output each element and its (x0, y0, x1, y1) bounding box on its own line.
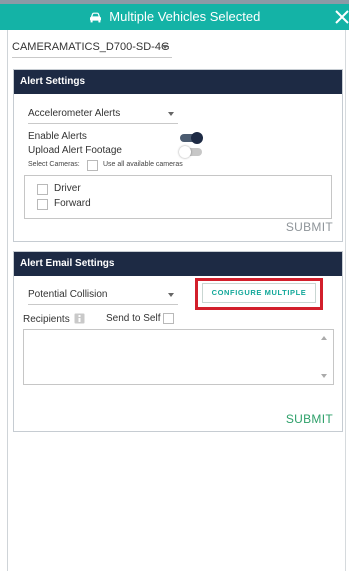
header-title-wrap: Multiple Vehicles Selected (0, 9, 349, 24)
alert-settings-panel: Alert Settings Accelerometer Alerts Enab… (13, 69, 343, 242)
car-icon (89, 12, 101, 23)
camera-forward-label: Forward (54, 198, 91, 209)
alert-settings-title: Alert Settings (14, 70, 342, 94)
send-to-self-label: Send to Self (106, 313, 161, 324)
toggle-knob (191, 132, 203, 144)
chevron-down-icon (168, 293, 174, 297)
vehicle-select[interactable]: CAMERAMATICS_D700-SD-4G (12, 37, 172, 58)
toggle-knob (179, 146, 191, 158)
upload-footage-toggle[interactable] (179, 146, 202, 158)
use-all-cameras-label: Use all available cameras (103, 161, 183, 168)
recipients-textarea[interactable] (23, 329, 334, 385)
header-title: Multiple Vehicles Selected (109, 9, 261, 24)
chevron-down-icon (168, 112, 174, 116)
camera-forward-checkbox[interactable] (37, 199, 48, 210)
alert-type-value: Accelerometer Alerts (28, 108, 121, 119)
content-right-border (345, 30, 346, 571)
recipients-label-text: Recipients (23, 314, 70, 325)
use-all-cameras-checkbox[interactable] (87, 160, 98, 171)
recipients-label: Recipients (23, 313, 85, 325)
camera-driver-label: Driver (54, 183, 81, 194)
enable-alerts-toggle[interactable] (180, 132, 203, 144)
chevron-down-icon (162, 45, 168, 49)
email-alert-type-select[interactable]: Potential Collision (28, 285, 178, 305)
alert-type-select[interactable]: Accelerometer Alerts (28, 104, 178, 124)
email-alert-type-value: Potential Collision (28, 289, 108, 300)
select-cameras-label: Select Cameras: (28, 161, 80, 168)
content-left-border (7, 30, 8, 571)
email-settings-submit-button[interactable]: SUBMIT (286, 412, 333, 426)
vehicle-select-value: CAMERAMATICS_D700-SD-4G (12, 41, 170, 53)
camera-list: Driver Forward (24, 175, 332, 219)
email-settings-panel: Alert Email Settings Potential Collision… (13, 251, 343, 432)
scroll-down-icon[interactable] (321, 374, 327, 378)
dialog-header: Multiple Vehicles Selected (0, 4, 349, 30)
scroll-up-icon[interactable] (321, 336, 327, 340)
close-icon[interactable] (331, 4, 349, 30)
send-to-self-checkbox[interactable] (163, 313, 174, 324)
enable-alerts-label: Enable Alerts (28, 131, 87, 142)
alert-settings-submit-button[interactable]: SUBMIT (286, 220, 333, 234)
email-settings-title: Alert Email Settings (14, 252, 342, 276)
camera-driver-checkbox[interactable] (37, 184, 48, 195)
recipients-info-icon[interactable] (74, 313, 85, 324)
upload-footage-label: Upload Alert Footage (28, 145, 122, 156)
configure-multiple-button[interactable]: CONFIGURE MULTIPLE (202, 283, 316, 303)
